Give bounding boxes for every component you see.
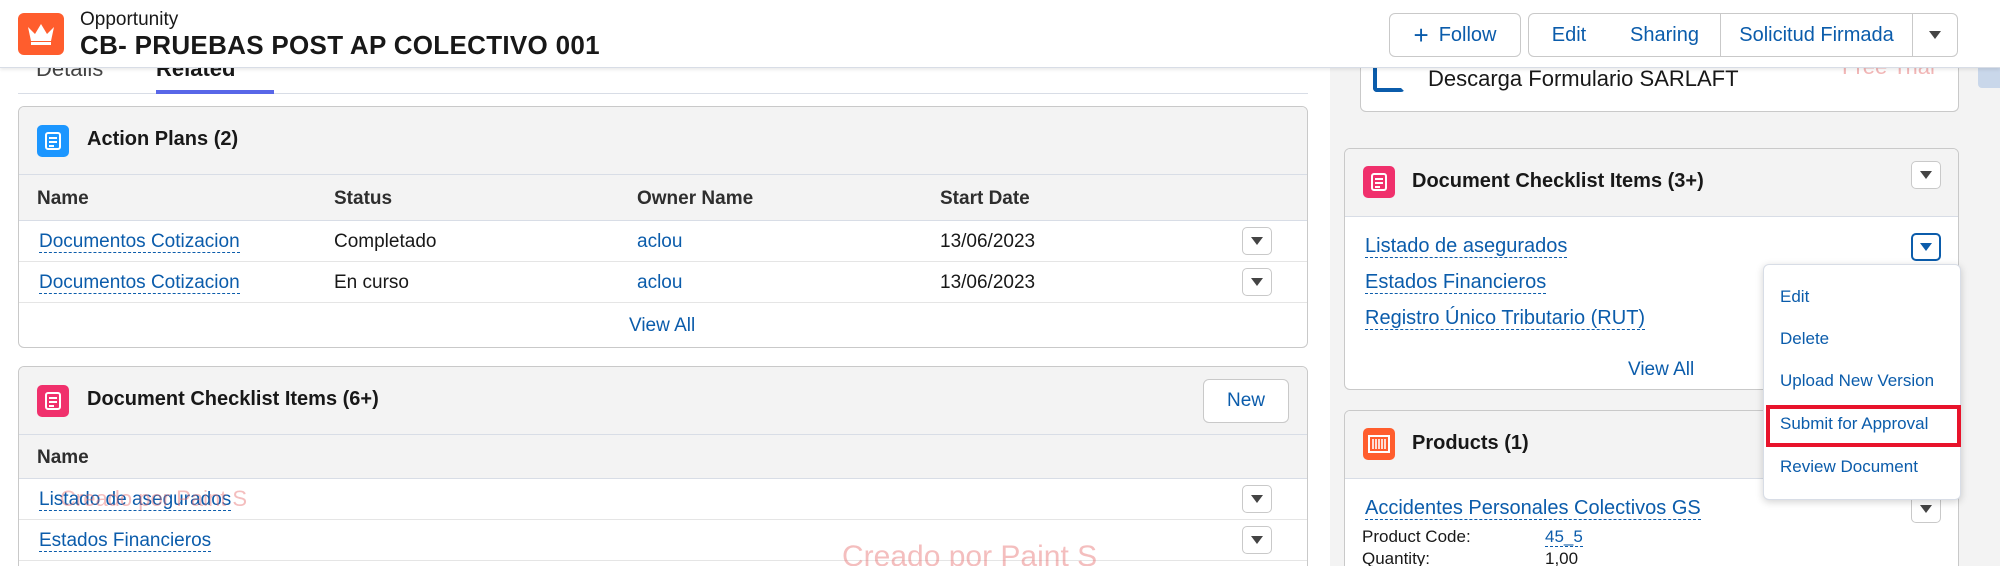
products-title: Products (1) [1412, 432, 1529, 454]
products-barcode-icon [1363, 428, 1395, 460]
watermark-text: Creado por Paint S [60, 486, 248, 511]
checklist-item-link[interactable]: Listado de asegurados [1365, 235, 1568, 258]
action-plans-title: Action Plans (2) [87, 128, 239, 150]
menu-item-edit[interactable]: Edit [1780, 287, 1809, 307]
solicitud-firmada-button[interactable]: Solicitud Firmada [1720, 13, 1913, 57]
plus-icon: + [1413, 19, 1429, 50]
sarlaft-label[interactable]: Descarga Formulario SARLAFT [1428, 66, 1739, 92]
active-tab-indicator [156, 90, 274, 94]
menu-item-delete[interactable]: Delete [1780, 329, 1829, 349]
card-actions-button[interactable] [1911, 161, 1941, 189]
checklist-icon [1363, 166, 1395, 198]
chevron-down-icon [1251, 237, 1263, 245]
card-header: Document Checklist Items (6+) New [19, 367, 1307, 435]
follow-label: Follow [1438, 23, 1497, 46]
watermark-text: Creado por Paint S [842, 540, 1098, 566]
checklist-item-link[interactable]: Estados Financieros [39, 530, 212, 552]
edit-button[interactable]: Edit [1528, 13, 1610, 57]
row-actions-button[interactable] [1242, 227, 1272, 255]
action-plan-name-link[interactable]: Documentos Cotizacion [39, 231, 240, 253]
action-plan-name-link[interactable]: Documentos Cotizacion [39, 272, 240, 294]
chevron-down-icon [1920, 243, 1932, 251]
chevron-down-icon [1251, 495, 1263, 503]
chevron-down-icon [1929, 31, 1941, 39]
table-row: Estados Financieros [19, 520, 1307, 561]
column-header-name[interactable]: Name [37, 447, 89, 469]
column-header-status[interactable]: Status [334, 188, 392, 210]
document-checklist-card: Document Checklist Items (6+) New Name L… [18, 366, 1308, 566]
more-actions-button[interactable] [1912, 13, 1958, 57]
column-header-name[interactable]: Name [37, 188, 89, 210]
quantity-value: 1,00 [1545, 549, 1579, 566]
view-all-link[interactable]: View All [1628, 359, 1694, 381]
row-actions-button[interactable] [1242, 526, 1272, 554]
start-date-cell: 13/06/2023 [940, 272, 1036, 293]
menu-item-review-document[interactable]: Review Document [1780, 457, 1918, 477]
product-code-value[interactable]: 45_5 [1545, 527, 1583, 547]
new-button[interactable]: New [1203, 379, 1289, 423]
document-checklist-title: Document Checklist Items (6+) [87, 388, 379, 410]
chevron-down-icon [1920, 505, 1932, 513]
action-plans-card: Action Plans (2) Name Status Owner Name … [18, 106, 1308, 348]
record-header: Opportunity CB- PRUEBAS POST AP COLECTIV… [0, 0, 2000, 68]
chevron-down-icon [1920, 171, 1932, 179]
column-header-start-date[interactable]: Start Date [940, 188, 1030, 210]
sharing-button[interactable]: Sharing [1609, 13, 1721, 57]
checklist-item-link[interactable]: Estados Financieros [1365, 271, 1547, 294]
record-title: CB- PRUEBAS POST AP COLECTIVO 001 [80, 30, 600, 60]
quantity-label: Quantity: [1362, 549, 1431, 566]
row-actions-button[interactable] [1242, 268, 1272, 296]
card-header: Document Checklist Items (3+) [1345, 149, 1958, 217]
checklist-item-link[interactable]: Registro Único Tributario (RUT) [1365, 307, 1646, 330]
table-header: Name [19, 435, 1307, 479]
row-actions-button[interactable] [1242, 485, 1272, 513]
row-actions-menu: Edit Delete Upload New Version Submit fo… [1763, 264, 1961, 500]
chevron-down-icon [1251, 536, 1263, 544]
start-date-cell: 13/06/2023 [940, 231, 1036, 252]
product-name-link[interactable]: Accidentes Personales Colectivos GS [1365, 497, 1701, 520]
owner-link[interactable]: aclou [637, 231, 682, 253]
opportunity-crown-icon [18, 13, 64, 55]
chevron-down-icon [1251, 278, 1263, 286]
follow-button[interactable]: + Follow [1389, 13, 1521, 57]
table-header: Name Status Owner Name Start Date [19, 175, 1307, 221]
menu-item-upload-new-version[interactable]: Upload New Version [1780, 371, 1934, 391]
row-actions-button-open[interactable] [1911, 233, 1941, 261]
right-checklist-title: Document Checklist Items (3+) [1412, 170, 1704, 192]
table-row: Documentos Cotizacion En curso aclou 13/… [19, 262, 1307, 303]
column-header-owner[interactable]: Owner Name [637, 188, 753, 210]
checklist-icon [37, 385, 69, 417]
owner-link[interactable]: aclou [637, 272, 682, 294]
table-row: Documentos Cotizacion Completado aclou 1… [19, 221, 1307, 262]
view-all-link[interactable]: View All [629, 315, 695, 337]
status-cell: En curso [334, 272, 409, 293]
action-plan-icon [37, 125, 69, 157]
card-header: Action Plans (2) [19, 107, 1307, 175]
product-code-label: Product Code: [1362, 527, 1471, 546]
object-type-label: Opportunity [80, 9, 179, 30]
highlight-box [1766, 405, 1961, 447]
status-cell: Completado [334, 231, 437, 252]
